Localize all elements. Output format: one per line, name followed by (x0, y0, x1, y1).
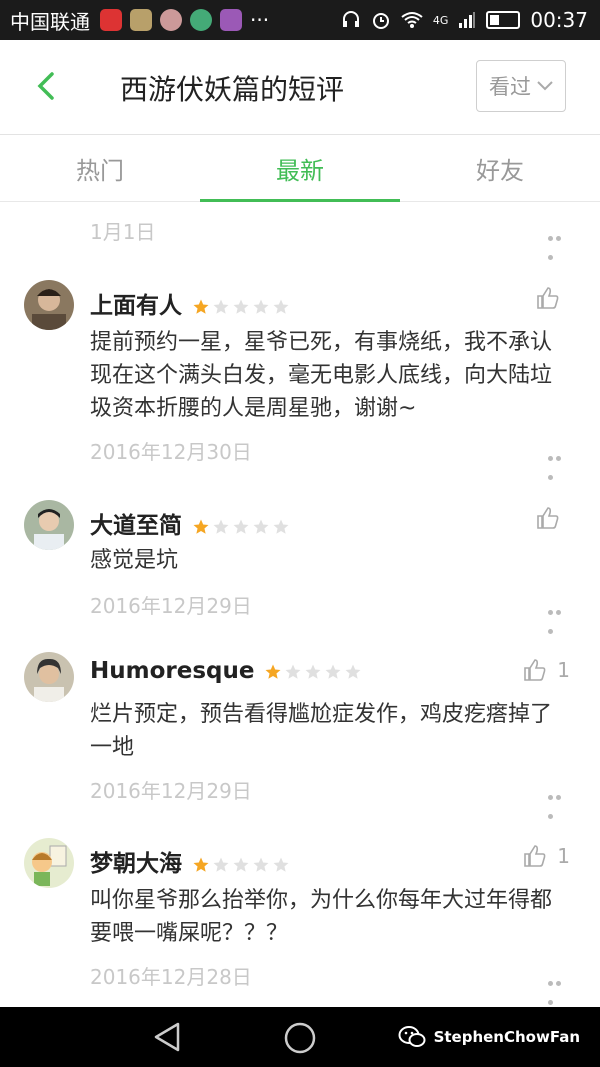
more-options-icon[interactable] (548, 446, 570, 480)
wechat-icon (398, 1026, 426, 1047)
avatar[interactable] (24, 838, 74, 888)
username[interactable]: Humoresque (90, 658, 362, 684)
star-icon (265, 664, 281, 679)
nav-back-icon[interactable] (152, 1021, 182, 1053)
watched-status-dropdown[interactable]: 看过 (476, 60, 566, 112)
username[interactable]: 梦朝大海 (90, 844, 290, 878)
more-options-icon[interactable] (548, 226, 570, 260)
like-button[interactable] (536, 286, 570, 310)
star-rating (264, 663, 362, 681)
app-notification-icon (220, 9, 242, 31)
comment-date: 2016年12月29日 (90, 594, 252, 618)
star-icon (253, 519, 269, 534)
username[interactable]: 上面有人 (90, 286, 290, 320)
comment-date: 2016年12月29日 (90, 779, 252, 803)
page-title: 西游伏妖篇的短评 (120, 73, 345, 106)
watermark-text: StephenChowFan (433, 1028, 580, 1046)
headphone-icon (342, 11, 359, 27)
clock: 00:37 (530, 8, 588, 32)
carrier-name: 中国联通 (10, 9, 90, 34)
tab-bar: 热门 最新 好友 (0, 135, 600, 202)
star-icon (233, 519, 249, 534)
comment-text: 烂片预定，预告看得尴尬症发作，鸡皮疙瘩掉了一地 (90, 702, 553, 760)
like-count: 1 (557, 658, 570, 682)
thumbs-up-icon (537, 287, 559, 309)
like-button[interactable]: 1 (523, 844, 570, 868)
star-icon (233, 299, 249, 314)
thumbs-up-icon (524, 845, 546, 867)
star-icon (285, 664, 301, 679)
star-icon (253, 299, 269, 314)
app-notification-icon (130, 9, 152, 31)
nav-home-icon[interactable] (283, 1021, 317, 1055)
more-options-icon[interactable] (548, 600, 570, 634)
star-icon (233, 857, 249, 872)
comment-text: 感觉是坑 (90, 548, 179, 573)
back-arrow-icon[interactable] (32, 68, 62, 104)
comment-date: 1月1日 (90, 220, 156, 244)
star-icon (253, 857, 269, 872)
comment-date: 2016年12月28日 (90, 965, 252, 989)
status-bar: 中国联通 ··· 4G 00:37 (0, 0, 600, 40)
star-rating (192, 856, 290, 874)
avatar[interactable] (24, 500, 74, 550)
alarm-icon (372, 13, 389, 29)
system-nav-bar: StephenChowFan (0, 1007, 600, 1067)
more-options-icon[interactable] (548, 971, 570, 1005)
star-icon (273, 519, 289, 534)
watched-status-label: 看过 (489, 75, 531, 99)
watermark: StephenChowFan (398, 1025, 580, 1049)
like-button[interactable] (536, 506, 570, 530)
top-bar: 西游伏妖篇的短评 看过 (0, 40, 600, 135)
app-notification-icon (190, 9, 212, 31)
tab-friends[interactable]: 好友 (400, 135, 600, 201)
like-button[interactable]: 1 (523, 658, 570, 682)
tab-latest[interactable]: 最新 (200, 135, 400, 202)
battery-icon (486, 11, 521, 29)
star-icon (213, 299, 229, 314)
star-icon (273, 299, 289, 314)
comment-text: 叫你星爷那么抬举你，为什么你每年大过年得都要喂一嘴屎呢？？？ (90, 888, 553, 946)
signal-icon (459, 12, 476, 28)
star-icon (213, 519, 229, 534)
star-icon (325, 664, 341, 679)
more-notifications-icon: ··· (250, 8, 270, 32)
star-icon (345, 664, 361, 679)
like-count: 1 (557, 844, 570, 868)
star-icon (305, 664, 321, 679)
wifi-icon (401, 12, 423, 28)
star-icon (273, 857, 289, 872)
more-options-icon[interactable] (548, 785, 570, 819)
star-icon (193, 519, 209, 534)
avatar[interactable] (24, 652, 74, 702)
avatar-notification-icon (160, 9, 182, 31)
network-type: 4G (432, 13, 449, 27)
avatar[interactable] (24, 280, 74, 330)
thumbs-up-icon (524, 659, 546, 681)
app-notification-icon (100, 9, 122, 31)
chevron-down-icon (537, 81, 553, 91)
tab-hot[interactable]: 热门 (0, 135, 200, 201)
star-icon (213, 857, 229, 872)
star-icon (193, 299, 209, 314)
comment-date: 2016年12月30日 (90, 440, 252, 464)
thumbs-up-icon (537, 507, 559, 529)
star-rating (192, 298, 290, 316)
star-icon (193, 857, 209, 872)
username[interactable]: 大道至简 (90, 506, 290, 540)
star-rating (192, 518, 290, 536)
comment-text: 提前预约一星，星爷已死，有事烧纸，我不承认现在这个满头白发，毫无电影人底线，向大… (90, 330, 553, 421)
